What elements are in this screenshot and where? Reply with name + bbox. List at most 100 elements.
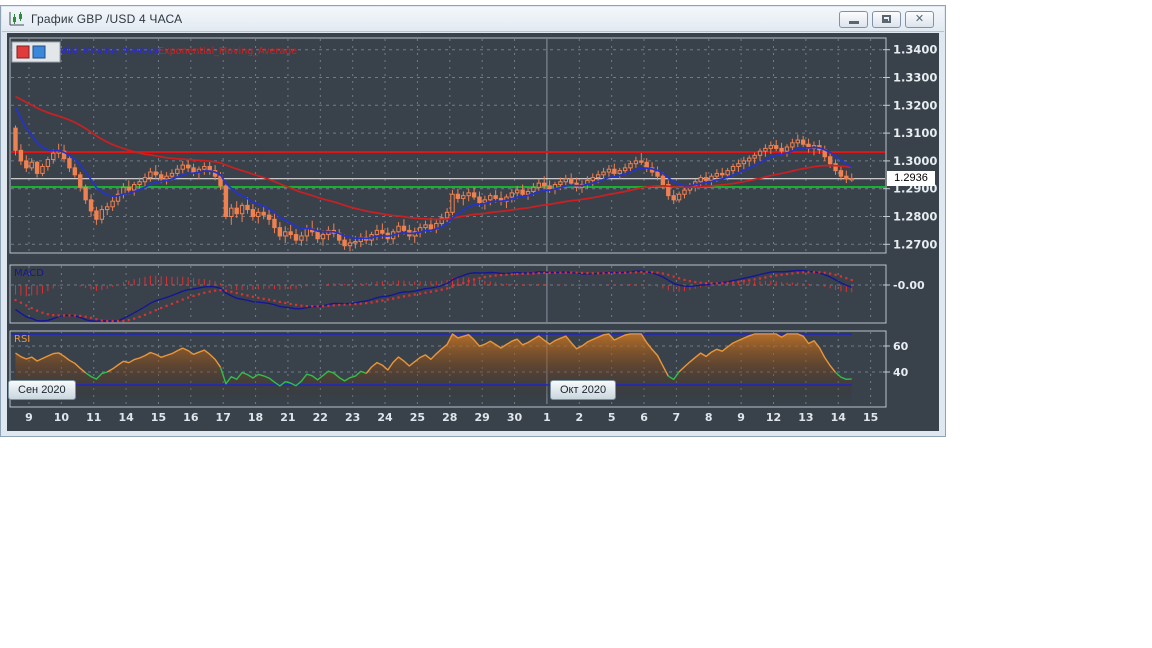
candle [466, 192, 471, 197]
candle [261, 211, 266, 216]
close-icon: ✕ [914, 12, 925, 25]
legend-label-red: Exponential_Moving_Average [158, 46, 297, 57]
candle [283, 231, 288, 237]
candle [78, 174, 83, 188]
candle [725, 170, 730, 176]
day-label: 15 [151, 411, 166, 424]
chart-canvas[interactable]: Exponential_Moving_AverageExponential_Mo… [0, 30, 946, 431]
day-label: 10 [54, 411, 70, 424]
candle [590, 177, 595, 181]
day-label: 1 [543, 411, 551, 424]
candle [531, 186, 536, 192]
day-label: 7 [673, 411, 681, 424]
candle [353, 241, 358, 244]
rsi-label: RSI [14, 334, 30, 345]
candle [525, 190, 531, 195]
minimize-icon [848, 20, 859, 24]
candle [72, 167, 78, 176]
candle [180, 164, 185, 170]
candle [396, 225, 401, 233]
candle [471, 192, 477, 198]
day-label: 15 [863, 411, 878, 424]
day-label: 9 [25, 411, 33, 424]
day-label: 2 [575, 411, 583, 424]
candle [800, 139, 806, 145]
price-tick-label: 1.3300 [893, 71, 937, 85]
candle [40, 165, 45, 174]
price-tick-label: 1.2700 [893, 237, 937, 251]
price-tick-label: 1.3400 [893, 43, 937, 57]
candle [148, 171, 153, 179]
candle [169, 172, 175, 177]
day-label: 28 [442, 411, 457, 424]
candle [34, 161, 40, 174]
current-price-tag: 1.2936 [887, 171, 935, 186]
day-label: 12 [766, 411, 781, 424]
day-label: 17 [216, 411, 231, 424]
window-titlebar[interactable]: График GBP /USD 4 ЧАСА ✕ [2, 7, 944, 32]
candle [633, 160, 639, 165]
candle [164, 175, 169, 180]
day-label: 21 [280, 411, 295, 424]
candle [838, 170, 844, 177]
candle [714, 172, 720, 177]
candle [747, 157, 752, 162]
candle [655, 171, 660, 177]
month-tag-september: Сен 2020 [8, 380, 76, 400]
day-label: 9 [737, 411, 745, 424]
day-label: 25 [410, 411, 425, 424]
candle [304, 228, 310, 237]
candle [423, 224, 428, 229]
candle [277, 227, 283, 237]
candle [827, 156, 833, 165]
candle [185, 164, 191, 169]
candle [342, 239, 347, 247]
candle [110, 200, 115, 208]
candle [207, 165, 212, 172]
candle [444, 211, 450, 219]
close-button[interactable]: ✕ [905, 10, 934, 28]
candle [568, 178, 574, 184]
candle [131, 184, 137, 191]
candle [720, 172, 725, 176]
candle [428, 224, 434, 230]
candle [682, 189, 687, 195]
candle [293, 234, 299, 241]
rsi-axis-label: 40 [893, 366, 909, 379]
candle [13, 127, 18, 151]
candle [790, 142, 795, 148]
restore-button[interactable] [872, 10, 901, 28]
candle [639, 160, 644, 163]
candle [191, 167, 196, 173]
candle [455, 193, 461, 199]
legend-swatch-blue [32, 45, 46, 59]
candle [601, 171, 606, 176]
day-label: 29 [475, 411, 490, 424]
candle [779, 147, 784, 152]
candle [45, 159, 51, 167]
price-tick-label: 1.3000 [893, 154, 937, 168]
candle [142, 177, 148, 183]
candle [844, 175, 849, 180]
window-controls: ✕ [839, 10, 938, 28]
candle [99, 209, 105, 220]
candle [18, 149, 24, 162]
candle [752, 154, 757, 159]
candle [493, 195, 498, 199]
candle [315, 231, 320, 240]
day-label: 22 [313, 411, 328, 424]
candle [558, 181, 563, 186]
candle [288, 231, 293, 236]
candle [105, 206, 110, 211]
candle [736, 163, 741, 167]
candle [24, 160, 29, 169]
day-label: 11 [86, 411, 101, 424]
legend-swatch-red [16, 45, 30, 59]
macd-label: MACD [14, 268, 44, 279]
candle [450, 193, 455, 213]
candle [849, 178, 854, 181]
minimize-button[interactable] [839, 10, 868, 28]
candle [509, 192, 515, 198]
candle [488, 195, 493, 201]
candle [536, 182, 542, 188]
